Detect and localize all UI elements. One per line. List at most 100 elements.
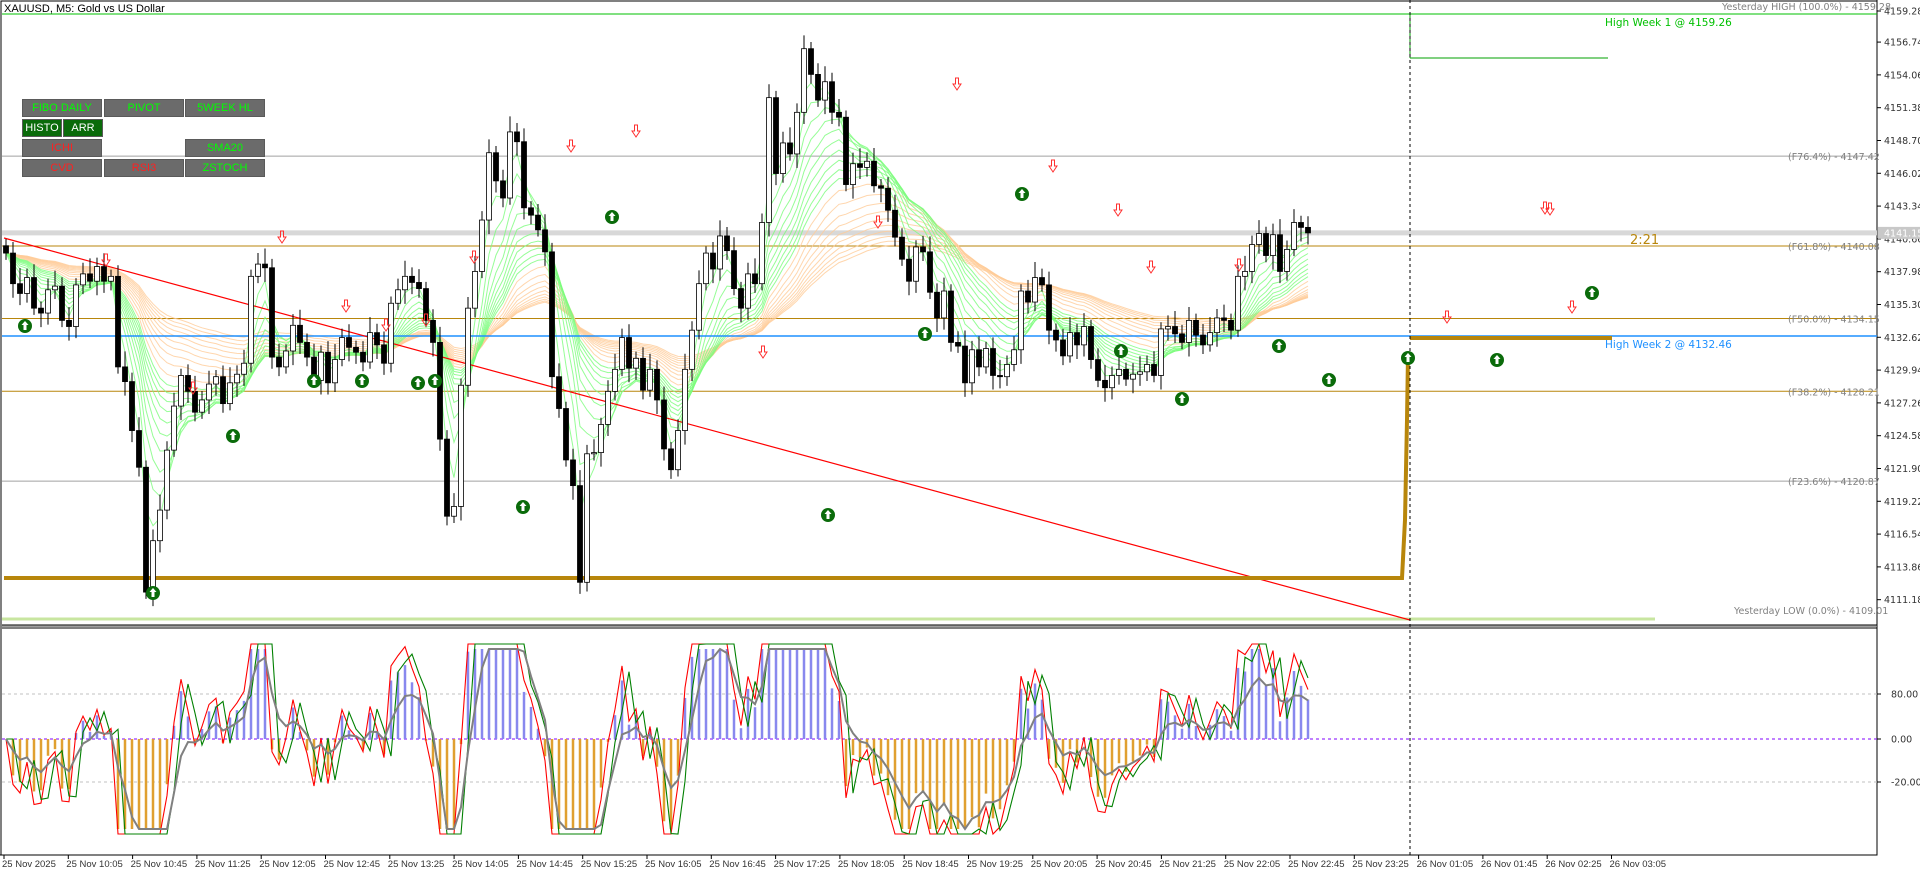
fib-500-label: (F50.0%) - 4134.15 (1788, 315, 1880, 326)
up-arrow-icon (1490, 353, 1504, 367)
candle-body (773, 97, 779, 174)
price-axis-label: 4119.22 (1884, 497, 1920, 508)
candle-body (1291, 222, 1297, 250)
candle-body (262, 263, 268, 269)
fib-764-label: (F76.4%) - 4147.42 (1788, 152, 1880, 163)
candle-body (108, 275, 114, 282)
candle-body (465, 307, 471, 386)
time-axis-label: 25 Nov 14:05 (452, 859, 509, 870)
candle-body (416, 282, 422, 289)
candle-body (381, 344, 387, 364)
price-axis-label: 4121.90 (1884, 464, 1920, 475)
candle-body (1067, 332, 1073, 357)
candle-body (885, 187, 891, 211)
price-axis-label: 4143.34 (1884, 202, 1920, 213)
candle-body (164, 449, 170, 511)
candle-body (619, 337, 625, 370)
candle-body (689, 329, 695, 370)
candle-body (1060, 339, 1066, 357)
candle-body (388, 302, 394, 364)
time-axis-label: 25 Nov 11:25 (195, 859, 251, 870)
yesterday-high-label: Yesterday HIGH (100.0%) - 4159.28 (1721, 2, 1891, 13)
candle-body (472, 271, 478, 309)
candle-body (1193, 319, 1199, 336)
button-fibo-daily[interactable]: FIBO DAILY (22, 99, 102, 117)
candle-body (640, 357, 646, 391)
candle-body (395, 289, 401, 304)
candle-body (1018, 290, 1024, 351)
candle-body (38, 307, 44, 314)
up-arrow-icon (411, 376, 425, 390)
price-axis-label: 4148.70 (1884, 136, 1920, 147)
button-rsi3[interactable]: RSI3 (104, 159, 184, 177)
button-sma20[interactable]: SMA20 (185, 139, 265, 157)
high-week-1-label: High Week 1 @ 4159.26 (1605, 17, 1732, 29)
candle-body (59, 285, 65, 321)
candle-body (703, 252, 709, 285)
candle-body (1228, 319, 1234, 331)
candle-body (1032, 277, 1038, 303)
candle-body (857, 163, 863, 168)
candle-body (101, 266, 107, 282)
button-cvd[interactable]: CVD (22, 159, 102, 177)
up-arrow-icon (428, 374, 442, 388)
candle-body (1144, 364, 1150, 373)
candle-body (227, 382, 233, 405)
candle-body (654, 368, 660, 401)
button-arr[interactable]: ARR (63, 119, 103, 137)
candle-body (332, 359, 338, 384)
button-zstoch[interactable]: ZSTOCH (185, 159, 265, 177)
candle-body (1088, 326, 1094, 360)
candle-body (934, 291, 940, 319)
candle-body (1179, 333, 1185, 343)
time-axis-label: 25 Nov 17:25 (774, 859, 831, 870)
candle-body (1130, 373, 1136, 380)
candle-body (1137, 371, 1143, 375)
candle-body (899, 236, 905, 260)
time-axis-label: 26 Nov 02:25 (1545, 859, 1602, 870)
button-ichi[interactable]: ICHI (22, 139, 102, 157)
chart-canvas[interactable]: 4159.284156.744154.064151.384148.704146.… (0, 0, 1920, 871)
time-axis-label: 25 Nov 20:45 (1095, 859, 1152, 870)
candle-body (73, 284, 79, 327)
candle-body (913, 246, 919, 282)
price-axis-label: 4151.38 (1884, 103, 1920, 114)
candle-body (1200, 334, 1206, 346)
candle-body (248, 275, 254, 364)
chart-symbol-title: XAUUSD, M5: Gold vs US Dollar (4, 3, 165, 15)
candle-body (563, 408, 569, 461)
bar-timer: 2:21 (1630, 233, 1659, 248)
candle-body (696, 283, 702, 331)
candle-body (1235, 275, 1241, 331)
candle-body (1263, 233, 1269, 256)
candle-body (10, 252, 16, 285)
candle-body (346, 337, 352, 348)
time-axis-label: 25 Nov 16:45 (709, 859, 766, 870)
candle-body (24, 277, 30, 294)
button-pivot[interactable]: PIVOT (104, 99, 184, 117)
candle-body (1011, 349, 1017, 365)
up-arrow-icon (18, 319, 32, 333)
yesterday-low-label: Yesterday LOW (0.0%) - 4109.01 (1733, 606, 1888, 617)
candle-body (409, 275, 415, 283)
time-axis-label: 26 Nov 01:45 (1481, 859, 1538, 870)
button-5week-hl[interactable]: 5WEEK HL (185, 99, 265, 117)
candle-body (507, 131, 513, 199)
candle-body (906, 258, 912, 282)
candle-body (269, 267, 275, 358)
candle-body (80, 273, 86, 286)
candle-body (528, 207, 534, 216)
candle-body (1214, 317, 1220, 334)
candle-body (850, 163, 856, 185)
price-axis-label: 4116.54 (1884, 530, 1920, 541)
candle-body (626, 337, 632, 369)
osc-axis-label: 0.00 (1891, 735, 1912, 746)
candle-body (283, 350, 289, 368)
button-histo[interactable]: HISTO (22, 119, 62, 137)
candle-body (724, 235, 730, 252)
candle-body (780, 142, 786, 174)
candle-body (570, 459, 576, 487)
price-axis-label: 4137.98 (1884, 267, 1920, 278)
candle-body (990, 348, 996, 376)
candle-body (843, 116, 849, 185)
